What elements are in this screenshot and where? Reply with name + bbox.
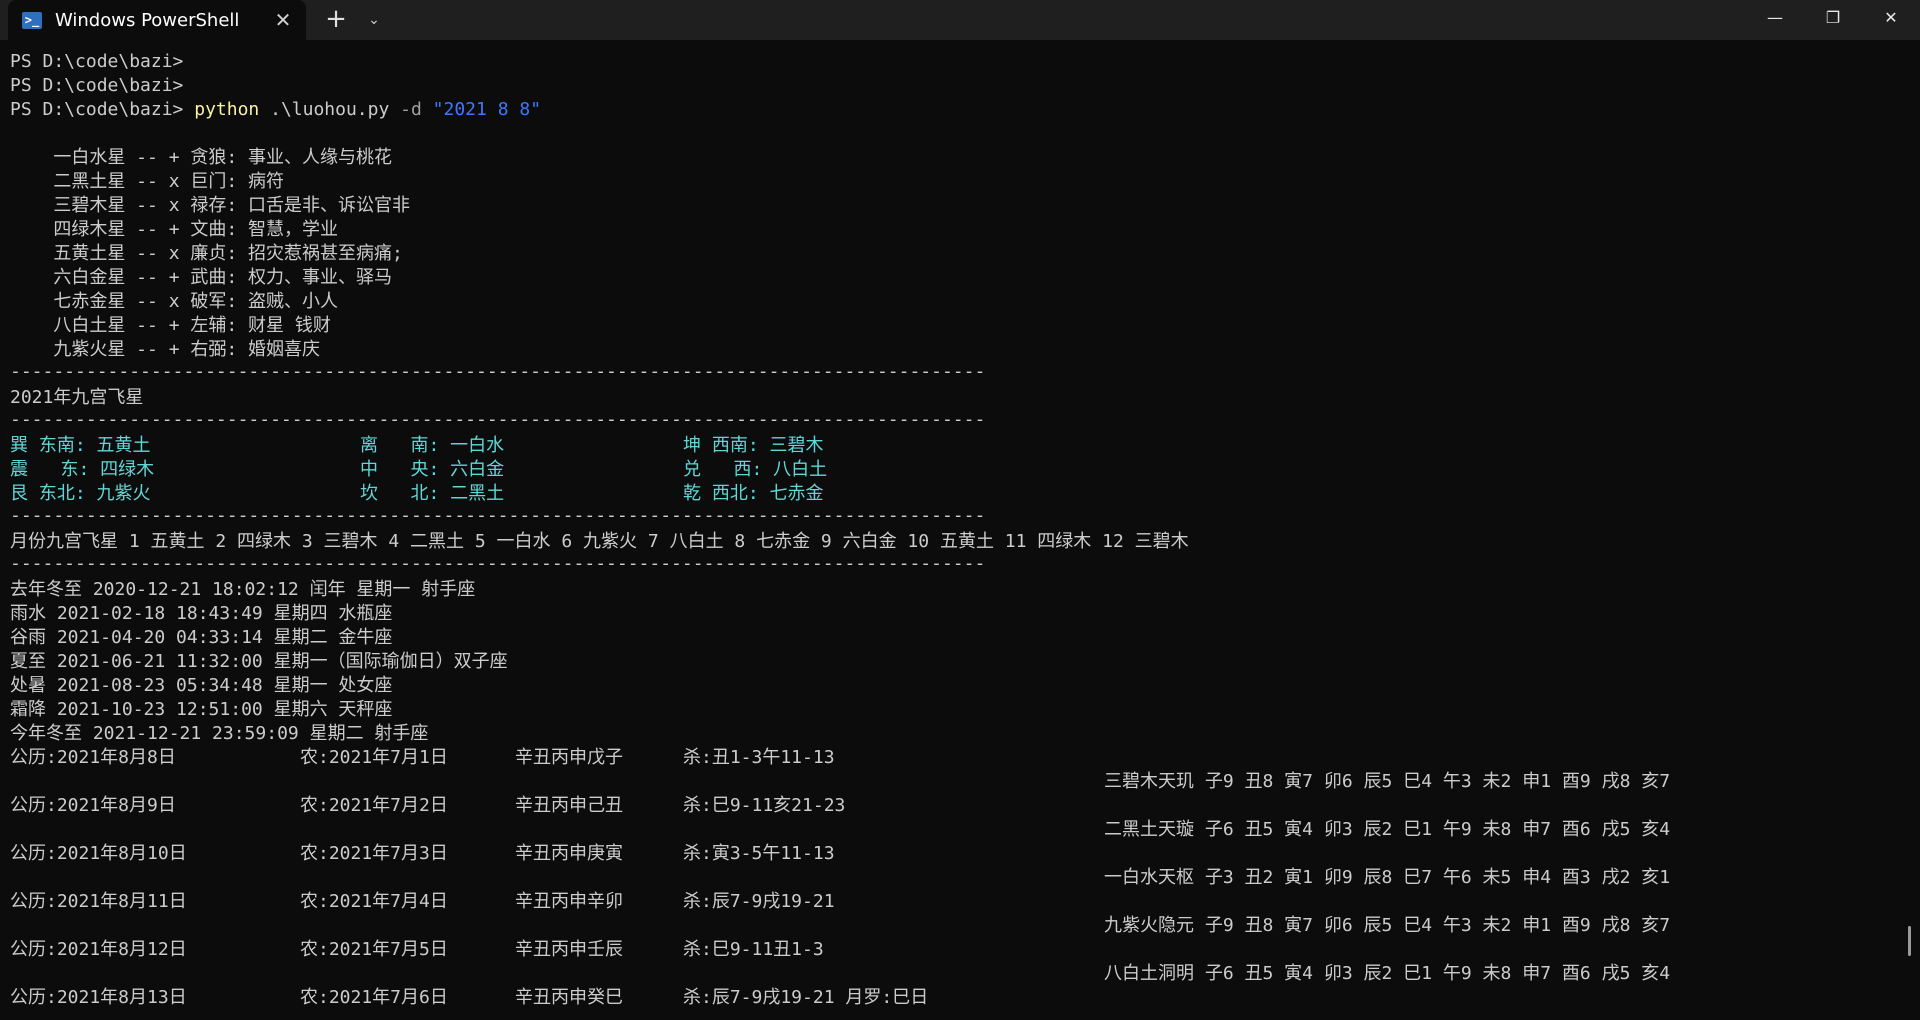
- day-lunar: 农:2021年7月3日: [300, 843, 448, 864]
- solar-term-line: 处暑 2021-08-23 05:34:48 星期一 处女座: [10, 675, 393, 696]
- new-tab-button[interactable]: +: [320, 6, 352, 34]
- day-sha: 杀:辰7-9戌19-21: [683, 891, 835, 912]
- divider: ----------------------------------------…: [10, 409, 986, 430]
- chevron-down-icon[interactable]: ⌄: [360, 6, 388, 34]
- divider: ----------------------------------------…: [10, 361, 986, 382]
- day-ganzhi: 辛丑丙申戊子: [515, 747, 623, 768]
- star-line: 八白土星 -- + 左辅: 财星 钱财: [10, 315, 331, 336]
- palace-cell: 坤 西南: 三碧木: [683, 435, 824, 456]
- solar-term-line: 去年冬至 2020-12-21 18:02:12 闰年 星期一 射手座: [10, 579, 476, 600]
- day-ganzhi: 辛丑丙申癸巳: [515, 987, 623, 1008]
- day-solar: 公历:2021年8月9日: [10, 795, 176, 816]
- day-sha: 杀:巳9-11丑1-3: [683, 939, 824, 960]
- command-value: "2021 8 8": [432, 99, 542, 120]
- minimize-button[interactable]: —: [1746, 0, 1804, 36]
- solar-term-line: 今年冬至 2021-12-21 23:59:09 星期二 射手座: [10, 723, 429, 744]
- day-lunar: 农:2021年7月4日: [300, 891, 448, 912]
- day-solar: 公历:2021年8月8日: [10, 747, 176, 768]
- palace-cell: 中 央: 六白金: [360, 459, 505, 480]
- palace-cell: 乾 西北: 七赤金: [683, 483, 824, 504]
- star-line: 七赤金星 -- x 破军: 盗贼、小人: [10, 291, 339, 312]
- day-sha: 杀:辰7-9戌19-21 月罗:巳日: [683, 987, 929, 1008]
- solar-term-line: 谷雨 2021-04-20 04:33:14 星期二 金牛座: [10, 627, 393, 648]
- command-exe: python: [194, 99, 260, 120]
- monthly-stars: 月份九宫飞星 1 五黄土 2 四绿木 3 三碧木 4 二黑土 5 一白水 6 九…: [10, 531, 1189, 552]
- star-line: 三碧木星 -- x 禄存: 口舌是非、诉讼官非: [10, 195, 411, 216]
- command-flag: -d: [400, 99, 433, 120]
- close-button[interactable]: ✕: [1862, 0, 1920, 36]
- hour-star-line: 八白土洞明 子6 丑5 寅4 卯3 辰2 巳1 午9 未8 申7 酉6 戌5 亥…: [1104, 963, 1671, 984]
- prompt-line: PS D:\code\bazi>: [10, 75, 184, 96]
- star-line: 一白水星 -- + 贪狼: 事业、人缘与桃花: [10, 147, 393, 168]
- day-ganzhi: 辛丑丙申辛卯: [515, 891, 623, 912]
- solar-term-line: 雨水 2021-02-18 18:43:49 星期四 水瓶座: [10, 603, 393, 624]
- terminal-output[interactable]: PS D:\code\bazi> PS D:\code\bazi> PS D:\…: [10, 40, 1910, 1020]
- palace-cell: 坎 北: 二黑土: [360, 483, 505, 504]
- tab-close-icon[interactable]: ✕: [270, 7, 296, 33]
- day-solar: 公历:2021年8月10日: [10, 843, 187, 864]
- prompt-line: PS D:\code\bazi>: [10, 51, 184, 72]
- title-bar: >_ Windows PowerShell ✕ + ⌄ — ❐ ✕: [0, 0, 1920, 40]
- solar-term-line: 霜降 2021-10-23 12:51:00 星期六 天秤座: [10, 699, 393, 720]
- day-solar: 公历:2021年8月13日: [10, 987, 187, 1008]
- hour-star-line: 二黑土天璇 子6 丑5 寅4 卯3 辰2 巳1 午9 未8 申7 酉6 戌5 亥…: [1104, 819, 1671, 840]
- day-lunar: 农:2021年7月2日: [300, 795, 448, 816]
- day-ganzhi: 辛丑丙申己丑: [515, 795, 623, 816]
- hour-star-line: 三碧木天玑 子9 丑8 寅7 卯6 辰5 巳4 午3 未2 申1 酉9 戌8 亥…: [1104, 771, 1671, 792]
- day-lunar: 农:2021年7月5日: [300, 939, 448, 960]
- solar-term-line: 夏至 2021-06-21 11:32:00 星期一（国际瑜伽日）双子座: [10, 651, 508, 672]
- day-solar: 公历:2021年8月11日: [10, 891, 187, 912]
- hour-star-line: 一白水天枢 子3 丑2 寅1 卯9 辰8 巳7 午6 未5 申4 酉3 戌2 亥…: [1104, 867, 1671, 888]
- palace-cell: 艮 东北: 九紫火: [10, 483, 151, 504]
- day-ganzhi: 辛丑丙申壬辰: [515, 939, 623, 960]
- star-line: 五黄土星 -- x 廉贞: 招灾惹祸甚至病痛;: [10, 243, 403, 264]
- tab-title: Windows PowerShell: [55, 10, 240, 31]
- tab-powershell[interactable]: >_ Windows PowerShell ✕: [8, 0, 306, 40]
- divider: ----------------------------------------…: [10, 553, 986, 574]
- star-line: 二黑土星 -- x 巨门: 病符: [10, 171, 285, 192]
- star-line: 四绿木星 -- + 文曲: 智慧，学业: [10, 219, 339, 240]
- maximize-button[interactable]: ❐: [1804, 0, 1862, 36]
- star-line: 六白金星 -- + 武曲: 权力、事业、驿马: [10, 267, 393, 288]
- star-line: 九紫火星 -- + 右弼: 婚姻喜庆: [10, 339, 321, 360]
- palace-cell: 巽 东南: 五黄土: [10, 435, 151, 456]
- prompt: PS D:\code\bazi>: [10, 99, 195, 120]
- palace-cell: 兑 西: 八白土: [683, 459, 828, 480]
- powershell-icon: >_: [22, 12, 42, 29]
- year-title: 2021年九宫飞星: [10, 387, 144, 408]
- hour-star-line: 九紫火隐元 子9 丑8 寅7 卯6 辰5 巳4 午3 未2 申1 酉9 戌8 亥…: [1104, 915, 1671, 936]
- palace-cell: 震 东: 四绿木: [10, 459, 155, 480]
- day-ganzhi: 辛丑丙申庚寅: [515, 843, 623, 864]
- scrollbar-thumb[interactable]: [1908, 926, 1911, 956]
- day-solar: 公历:2021年8月12日: [10, 939, 187, 960]
- palace-cell: 离 南: 一白水: [360, 435, 505, 456]
- command-line: PS D:\code\bazi> python .\luohou.py -d "…: [10, 98, 541, 122]
- day-sha: 杀:巳9-11亥21-23: [683, 795, 846, 816]
- command-args: .\luohou.py: [259, 99, 401, 120]
- divider: ----------------------------------------…: [10, 505, 986, 526]
- day-lunar: 农:2021年7月1日: [300, 747, 448, 768]
- day-lunar: 农:2021年7月6日: [300, 987, 448, 1008]
- day-sha: 杀:丑1-3午11-13: [683, 747, 835, 768]
- day-sha: 杀:寅3-5午11-13: [683, 843, 835, 864]
